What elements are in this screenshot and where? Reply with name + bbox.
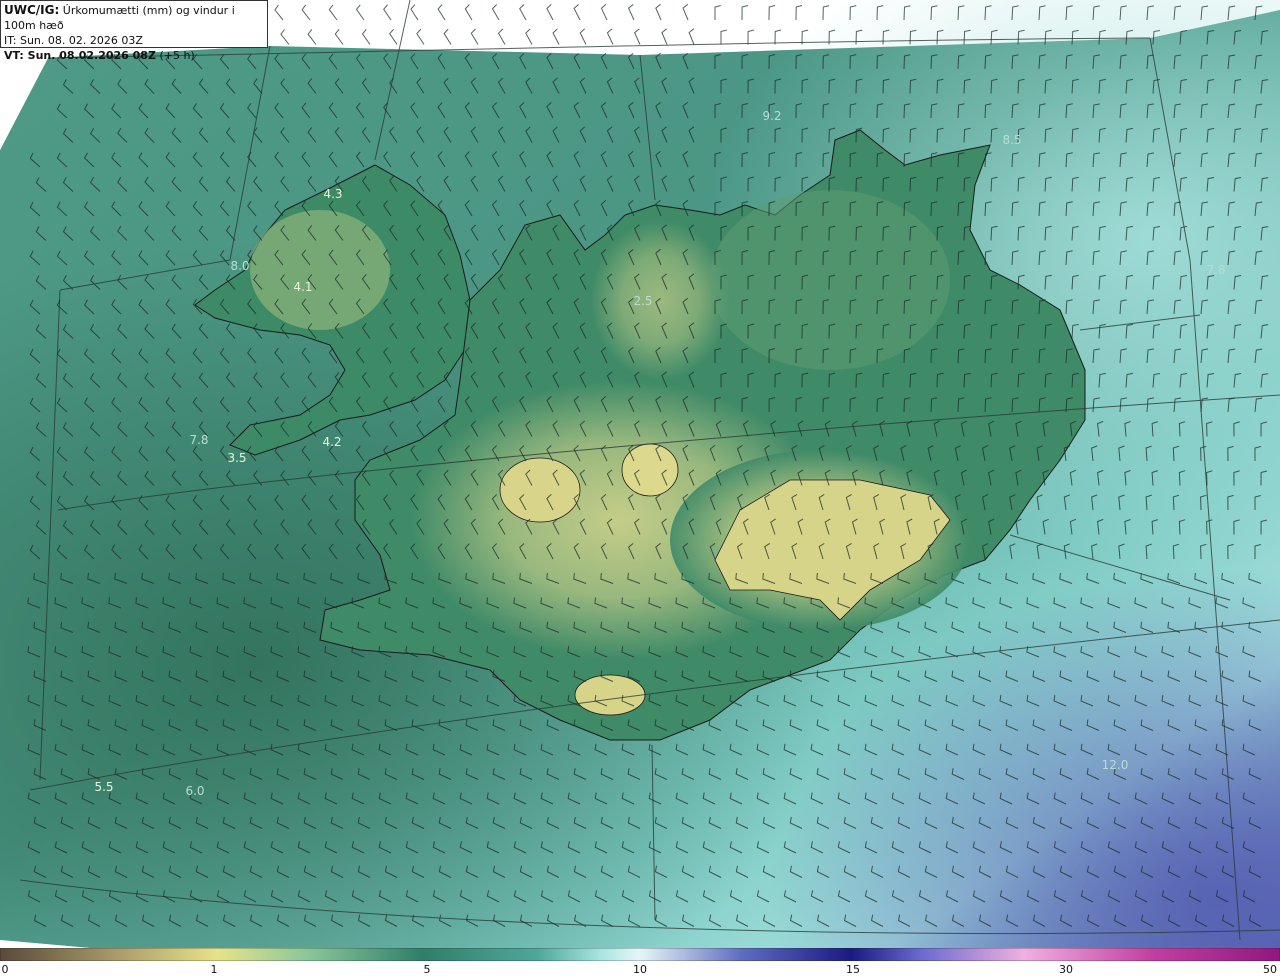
value-label: 5.5 [94,780,114,794]
colorbar-tick: 1 [210,963,218,976]
value-label: 3.5 [227,451,247,465]
value-label: 2.5 [633,294,653,308]
value-label: 7.8 [189,433,209,447]
value-label: 4.2 [322,435,342,449]
colorbar [0,948,1280,961]
value-label: 4.1 [293,280,313,294]
value-label: 8.0 [230,259,250,273]
value-label: 9.2 [762,109,782,123]
map-title-line: UWC/IG: Úrkomumætti (mm) og vindur i 100… [4,3,264,33]
model-prefix: UWC/IG: [4,3,60,17]
colorbar-tick: 15 [846,963,860,976]
value-label: 12.0 [1101,758,1129,772]
colorbar-tick: 30 [1059,963,1073,976]
value-label: 7.8 [1206,263,1226,277]
precipitation-wind-map [0,0,1280,948]
colorbar-ticks: 0 1 5 10 15 30 50 [0,961,1280,978]
colorbar-tick: 50 [1263,963,1277,976]
valid-time: VT: Sun. 08.02.2026 08Z [4,49,156,62]
value-label: 6.0 [185,784,205,798]
colorbar-tick: 5 [423,963,431,976]
map-info-box: UWC/IG: Úrkomumætti (mm) og vindur i 100… [0,0,268,62]
colorbar-tick: 0 [1,963,9,976]
value-label: 4.3 [323,187,343,201]
value-label: 8.5 [1002,133,1022,147]
forecast-offset: (+5 h) [159,49,195,62]
colorbar-tick: 10 [633,963,647,976]
valid-time-line: VT: Sun. 08.02.2026 08Z (+5 h) [4,48,264,63]
init-time: IT: Sun. 08. 02. 2026 03Z [4,34,143,47]
